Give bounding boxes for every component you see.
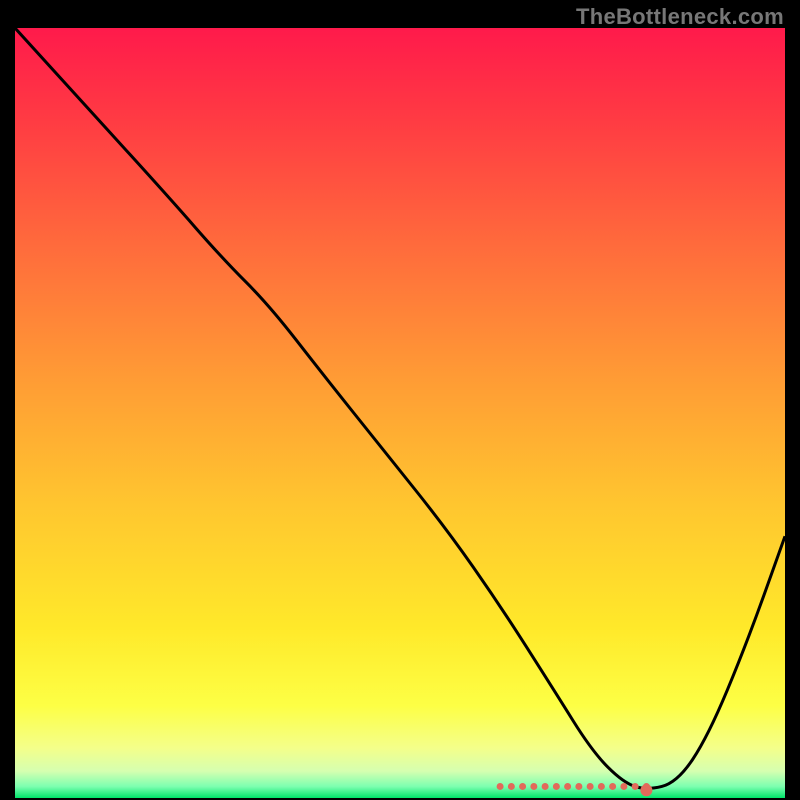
watermark-text: TheBottleneck.com (576, 4, 784, 30)
floor-dot (542, 783, 549, 790)
minimum-marker (640, 784, 652, 796)
floor-dot (564, 783, 571, 790)
floor-dot (508, 783, 515, 790)
floor-dot (497, 783, 504, 790)
floor-dot (553, 783, 560, 790)
bottleneck-chart (15, 28, 785, 798)
floor-dot (620, 783, 627, 790)
floor-dot (632, 783, 639, 790)
floor-dot (519, 783, 526, 790)
gradient-background (15, 28, 785, 798)
floor-dot (609, 783, 616, 790)
floor-dot (598, 783, 605, 790)
floor-dot (575, 783, 582, 790)
chart-frame (15, 28, 785, 798)
floor-dot (587, 783, 594, 790)
floor-dot (530, 783, 537, 790)
